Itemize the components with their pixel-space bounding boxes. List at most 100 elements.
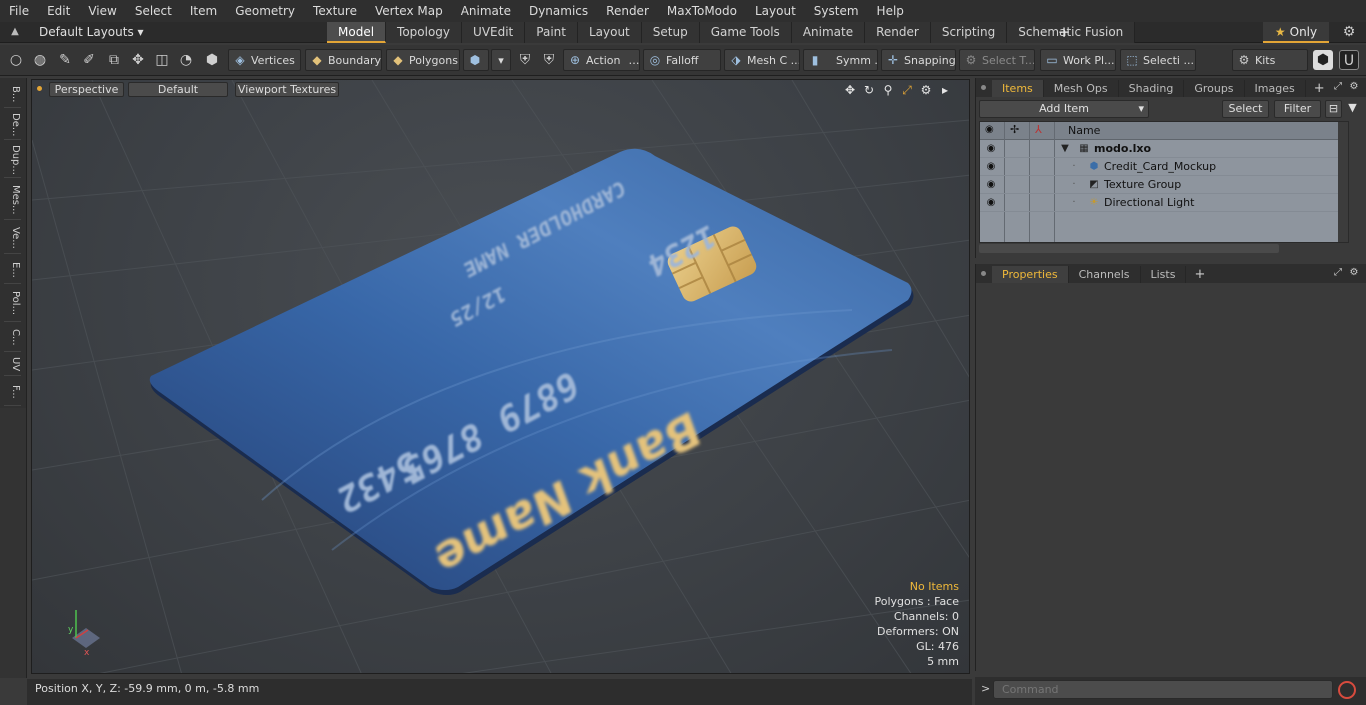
menu-help[interactable]: Help bbox=[868, 0, 913, 22]
tab-model[interactable]: Model bbox=[327, 22, 387, 43]
select-button[interactable]: Select bbox=[1222, 100, 1269, 118]
tab-scripting[interactable]: Scripting bbox=[930, 22, 1008, 43]
tab-lists[interactable]: Lists bbox=[1141, 266, 1187, 283]
add-tab-button[interactable]: + bbox=[1056, 22, 1072, 43]
polygons-button[interactable]: ◆ Polygons bbox=[386, 49, 460, 71]
tree-horizontal-scrollbar[interactable] bbox=[979, 244, 1279, 253]
layout-collapse-icon[interactable]: ▲ bbox=[8, 25, 22, 39]
viewport-menu-arrow-icon[interactable]: ▸ bbox=[937, 82, 953, 98]
menu-system[interactable]: System bbox=[805, 0, 868, 22]
tab-topology[interactable]: Topology bbox=[386, 22, 463, 43]
tab-paint[interactable]: Paint bbox=[525, 22, 578, 43]
record-icon[interactable] bbox=[1338, 681, 1356, 699]
tab-render[interactable]: Render bbox=[865, 22, 931, 43]
tab-uvedit[interactable]: UVEdit bbox=[462, 22, 526, 43]
expand-panel-icon[interactable]: ⤢ bbox=[1332, 80, 1344, 94]
viewport-gear-icon[interactable]: ⚙ bbox=[918, 82, 934, 98]
funnel-icon[interactable]: ▼ bbox=[1344, 100, 1361, 118]
pen-icon[interactable]: ✎ bbox=[55, 50, 75, 70]
eye-icon[interactable]: ◉ bbox=[984, 178, 998, 192]
eye-icon[interactable]: ◉ bbox=[984, 160, 998, 174]
globe-icon[interactable]: ◍ bbox=[30, 50, 50, 70]
tab-game-tools[interactable]: Game Tools bbox=[699, 22, 792, 43]
menu-maxtomodo[interactable]: MaxToModo bbox=[658, 0, 746, 22]
menu-view[interactable]: View bbox=[79, 0, 125, 22]
transform-icon[interactable]: ⧉ bbox=[104, 50, 124, 70]
menu-vertex-map[interactable]: Vertex Map bbox=[366, 0, 452, 22]
tab-animate[interactable]: Animate bbox=[791, 22, 866, 43]
tree-row[interactable]: ◉ · ☀ Directional Light bbox=[980, 194, 1348, 212]
snapping-button[interactable]: ✛ Snapping bbox=[881, 49, 956, 71]
panel-gear-icon[interactable]: ⚙ bbox=[1348, 266, 1360, 280]
select-through-button[interactable]: ⚙ Select T... bbox=[959, 49, 1035, 71]
menu-dynamics[interactable]: Dynamics bbox=[520, 0, 597, 22]
work-plane-button[interactable]: ▭ Work Pl... bbox=[1040, 49, 1116, 71]
left-tab-b[interactable]: B... bbox=[4, 82, 21, 108]
boundary-button[interactable]: ◆ Boundary bbox=[305, 49, 382, 71]
tab-shading[interactable]: Shading bbox=[1119, 80, 1185, 97]
menu-animate[interactable]: Animate bbox=[452, 0, 520, 22]
menu-render[interactable]: Render bbox=[597, 0, 658, 22]
symmetry-button[interactable]: ▮Symm ... bbox=[803, 49, 878, 71]
zoom-icon[interactable]: ⚲ bbox=[880, 82, 896, 98]
maximize-icon[interactable]: ⤢ bbox=[899, 82, 915, 98]
left-tab-fusion[interactable]: F... bbox=[4, 378, 21, 406]
tab-items[interactable]: Items bbox=[992, 80, 1044, 97]
name-column-header[interactable]: Name bbox=[1068, 122, 1100, 140]
material-mode-button[interactable]: ⬢ bbox=[463, 49, 489, 71]
menu-geometry[interactable]: Geometry bbox=[226, 0, 304, 22]
shading-default-button[interactable]: Default bbox=[128, 82, 228, 97]
tab-layout[interactable]: Layout bbox=[577, 22, 642, 43]
gear-icon[interactable]: ⚙ bbox=[1340, 23, 1358, 41]
tree-row[interactable]: ◉ · ◩ Texture Group bbox=[980, 176, 1348, 194]
left-tab-edge[interactable]: E... bbox=[4, 256, 21, 284]
command-history-icon[interactable]: > bbox=[981, 682, 990, 695]
tab-mesh-ops[interactable]: Mesh Ops bbox=[1044, 80, 1119, 97]
left-tab-deform[interactable]: De... bbox=[4, 110, 21, 140]
tab-images[interactable]: Images bbox=[1245, 80, 1306, 97]
left-tab-vertex[interactable]: Ve... bbox=[4, 222, 21, 254]
tab-groups[interactable]: Groups bbox=[1184, 80, 1245, 97]
scale-icon[interactable]: ◫ bbox=[152, 50, 172, 70]
kits-button[interactable]: ⚙ Kits bbox=[1232, 49, 1308, 71]
layout-select[interactable]: Default Layouts ▾ bbox=[39, 22, 144, 43]
left-tab-mesh-edit[interactable]: Mes... bbox=[4, 180, 21, 220]
orbit-icon[interactable]: ↻ bbox=[861, 82, 877, 98]
add-panel-tab-button[interactable]: + bbox=[1306, 80, 1333, 97]
perspective-button[interactable]: Perspective bbox=[49, 82, 124, 97]
falloff-button[interactable]: ◎ Falloff bbox=[643, 49, 721, 71]
panel-gear-icon[interactable]: ⚙ bbox=[1348, 80, 1360, 94]
menu-texture[interactable]: Texture bbox=[304, 0, 366, 22]
menu-item[interactable]: Item bbox=[181, 0, 226, 22]
snap-shield-icon[interactable]: ⛨ bbox=[539, 50, 559, 70]
menu-edit[interactable]: Edit bbox=[38, 0, 79, 22]
3d-viewport[interactable]: Bank Name 5432 6879 8765 1234 12/25 CARD… bbox=[31, 79, 970, 674]
unreal-icon[interactable]: U bbox=[1339, 50, 1359, 70]
left-tab-curve[interactable]: C... bbox=[4, 324, 21, 352]
cube-logo-icon[interactable]: ⬢ bbox=[1313, 50, 1333, 70]
action-center-button[interactable]: ⊕ Action… bbox=[563, 49, 640, 71]
selection-sets-button[interactable]: ⬚ Selecti ... bbox=[1120, 49, 1196, 71]
tree-scrollbar[interactable] bbox=[1338, 122, 1348, 242]
eye-icon[interactable]: ◉ bbox=[984, 196, 998, 210]
tree-row[interactable]: ◉ ▼ ▦ modo.lxo bbox=[980, 140, 1348, 158]
tab-setup[interactable]: Setup bbox=[641, 22, 700, 43]
tree-row[interactable]: ◉ · ⬢ Credit_Card_Mockup bbox=[980, 158, 1348, 176]
tab-channels[interactable]: Channels bbox=[1069, 266, 1141, 283]
vertices-button[interactable]: ◈ Vertices bbox=[228, 49, 301, 71]
expand-panel-icon[interactable]: ⤢ bbox=[1332, 266, 1344, 280]
sculpt-icon[interactable]: ✐ bbox=[79, 50, 99, 70]
filter-button[interactable]: Filter bbox=[1274, 100, 1321, 118]
menu-file[interactable]: File bbox=[0, 0, 38, 22]
mesh-constraints-button[interactable]: ⬗ Mesh C ... bbox=[724, 49, 800, 71]
left-tab-uv[interactable]: UV bbox=[4, 354, 21, 376]
viewport-textures-button[interactable]: Viewport Textures bbox=[235, 82, 339, 97]
pan-icon[interactable]: ✥ bbox=[842, 82, 858, 98]
symmetry-shield-icon[interactable]: ⛨ bbox=[515, 50, 535, 70]
left-tab-polygon[interactable]: Pol... bbox=[4, 286, 21, 322]
tab-properties[interactable]: Properties bbox=[992, 266, 1069, 283]
only-toggle[interactable]: ★ Only bbox=[1263, 22, 1329, 43]
command-input[interactable] bbox=[993, 680, 1333, 699]
menu-layout[interactable]: Layout bbox=[746, 0, 805, 22]
add-item-button[interactable]: Add Item ▾ bbox=[979, 100, 1149, 118]
